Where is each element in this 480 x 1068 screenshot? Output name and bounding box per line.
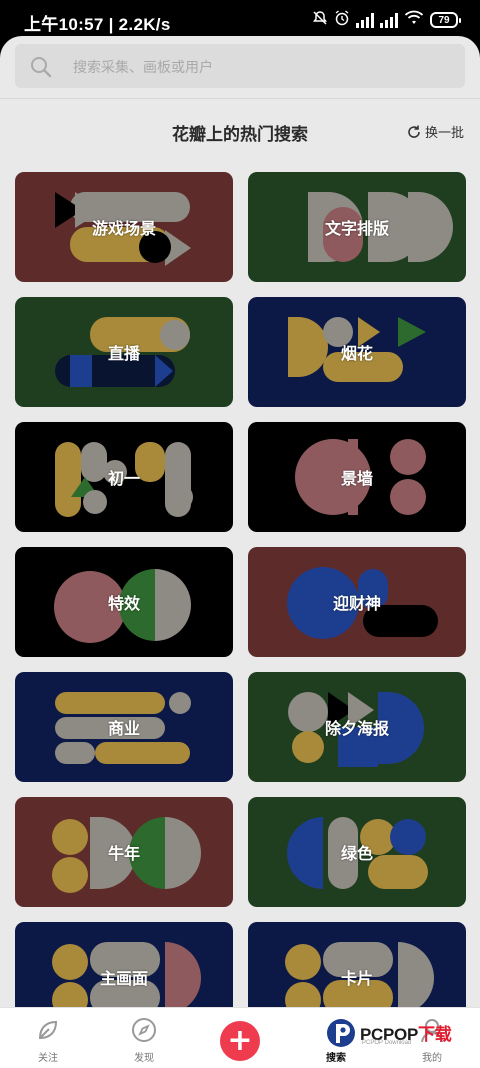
nav-follow[interactable]: 关注 — [0, 1008, 96, 1068]
hot-search-card[interactable]: 游戏场景 — [15, 172, 233, 282]
hot-search-card-label: 游戏场景 — [91, 219, 156, 238]
hot-search-card-label: 特效 — [107, 594, 140, 613]
compass-icon — [132, 1018, 156, 1042]
hot-search-card[interactable]: 特效 — [15, 547, 233, 657]
refresh-icon — [408, 125, 420, 138]
hot-search-card[interactable]: 直播 — [15, 297, 233, 407]
hot-search-card[interactable]: 牛年 — [15, 797, 233, 907]
refresh-button[interactable]: 换一批 — [406, 122, 464, 141]
alarm-icon — [334, 10, 350, 30]
search-bar[interactable]: 搜索采集、画板或用户 — [15, 44, 465, 88]
leaf-icon — [38, 1020, 58, 1040]
nav-discover[interactable]: 发现 — [96, 1008, 192, 1068]
hot-search-card[interactable]: 商业 — [15, 672, 233, 782]
create-button[interactable]: + — [220, 1021, 260, 1061]
hot-search-card-label: 烟花 — [340, 344, 373, 363]
hot-search-card-label: 文字排版 — [324, 219, 389, 238]
search-input[interactable]: 搜索采集、画板或用户 — [73, 57, 213, 77]
status-bar: 上午10:57 | 2.2K/s 79 — [0, 0, 480, 38]
watermark-brand-b: 下载 — [418, 1025, 452, 1044]
battery-indicator: 79 — [430, 12, 461, 28]
hot-search-card-label: 初一 — [107, 469, 140, 488]
hot-search-card-label: 除夕海报 — [324, 719, 389, 738]
watermark-sub: PCPOP Download — [362, 1040, 412, 1046]
divider — [0, 98, 480, 99]
hot-search-card[interactable]: 景墙 — [248, 422, 466, 532]
hot-search-card[interactable]: 烟花 — [248, 297, 466, 407]
signal-1-icon — [356, 12, 374, 28]
hot-search-card[interactable]: 文字排版 — [248, 172, 466, 282]
hot-search-card-label: 迎财神 — [332, 594, 381, 613]
hot-search-card[interactable]: 初一 — [15, 422, 233, 532]
hot-search-card[interactable]: 迎财神 — [248, 547, 466, 657]
mute-bell-icon — [312, 10, 328, 30]
nav-follow-label: 关注 — [38, 1053, 58, 1064]
hot-search-card-label: 绿色 — [340, 844, 373, 863]
hot-search-card-label: 景墙 — [340, 469, 373, 488]
hot-search-card[interactable]: 除夕海报 — [248, 672, 466, 782]
pcpop-logo-icon — [327, 1019, 355, 1047]
hot-search-card-label: 商业 — [107, 719, 140, 738]
nav-me-label: 我的 — [422, 1053, 442, 1064]
search-page: 搜索采集、画板或用户 花瓣上的热门搜索 换一批 游戏场景 文字排版 直播 烟花 初一 景墙… — [0, 36, 480, 1067]
search-icon — [31, 57, 52, 78]
status-time-speed: 上午10:57 | 2.2K/s — [24, 15, 171, 34]
hot-search-card[interactable]: 绿色 — [248, 797, 466, 907]
nav-search-label: 搜索 — [326, 1053, 346, 1064]
plus-icon: + — [227, 1023, 253, 1058]
nav-discover-label: 发现 — [134, 1053, 154, 1064]
refresh-label: 换一批 — [424, 126, 464, 141]
wifi-icon — [404, 10, 424, 30]
hot-search-card-label: 牛年 — [107, 844, 140, 863]
signal-2-icon — [380, 12, 398, 28]
hot-search-card-label: 直播 — [107, 344, 140, 363]
status-icons: 79 — [312, 10, 461, 30]
